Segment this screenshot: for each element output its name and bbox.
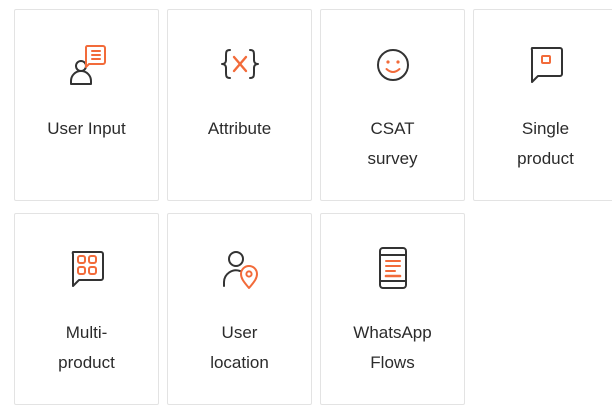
tile-label-line: CSAT xyxy=(370,119,415,138)
tile-label-line: User xyxy=(221,323,258,342)
tile-label-line: Multi- xyxy=(65,323,108,342)
tile-whatsapp-flows[interactable]: WhatsApp Flows xyxy=(320,213,465,405)
tile-label: CSAT survey xyxy=(327,114,458,174)
tile-label: User Input xyxy=(21,114,152,144)
attribute-variable-icon xyxy=(218,42,262,86)
tile-label-line: Single xyxy=(521,119,570,138)
multi-product-grid-icon xyxy=(65,246,109,290)
tile-single-product[interactable]: Single product xyxy=(473,9,612,201)
user-location-icon xyxy=(218,246,262,290)
tile-label: Single product xyxy=(480,114,611,174)
tile-label: WhatsApp Flows xyxy=(327,318,458,378)
single-product-icon xyxy=(524,42,568,86)
tile-label-line: User Input xyxy=(47,119,126,138)
tile-csat-survey[interactable]: CSAT survey xyxy=(320,9,465,201)
user-input-icon xyxy=(65,42,109,86)
tile-user-location[interactable]: User location xyxy=(167,213,312,405)
tile-label-line: product xyxy=(58,353,115,372)
tile-label: Attribute xyxy=(174,114,305,144)
tile-label: User location xyxy=(174,318,305,378)
tile-user-input[interactable]: User Input xyxy=(14,9,159,201)
tile-label: Multi- product xyxy=(21,318,152,378)
tile-label-line: Attribute xyxy=(207,119,272,138)
tile-attribute[interactable]: Attribute xyxy=(167,9,312,201)
tile-label-line: survey xyxy=(367,149,418,168)
tile-multi-product[interactable]: Multi- product xyxy=(14,213,159,405)
tile-label-line: Flows xyxy=(370,353,415,372)
tile-label-line: WhatsApp xyxy=(353,323,432,342)
smiley-icon xyxy=(371,42,415,86)
whatsapp-flows-phone-icon xyxy=(371,246,415,290)
tile-label-line: product xyxy=(517,149,574,168)
tile-label-line: location xyxy=(210,353,269,372)
